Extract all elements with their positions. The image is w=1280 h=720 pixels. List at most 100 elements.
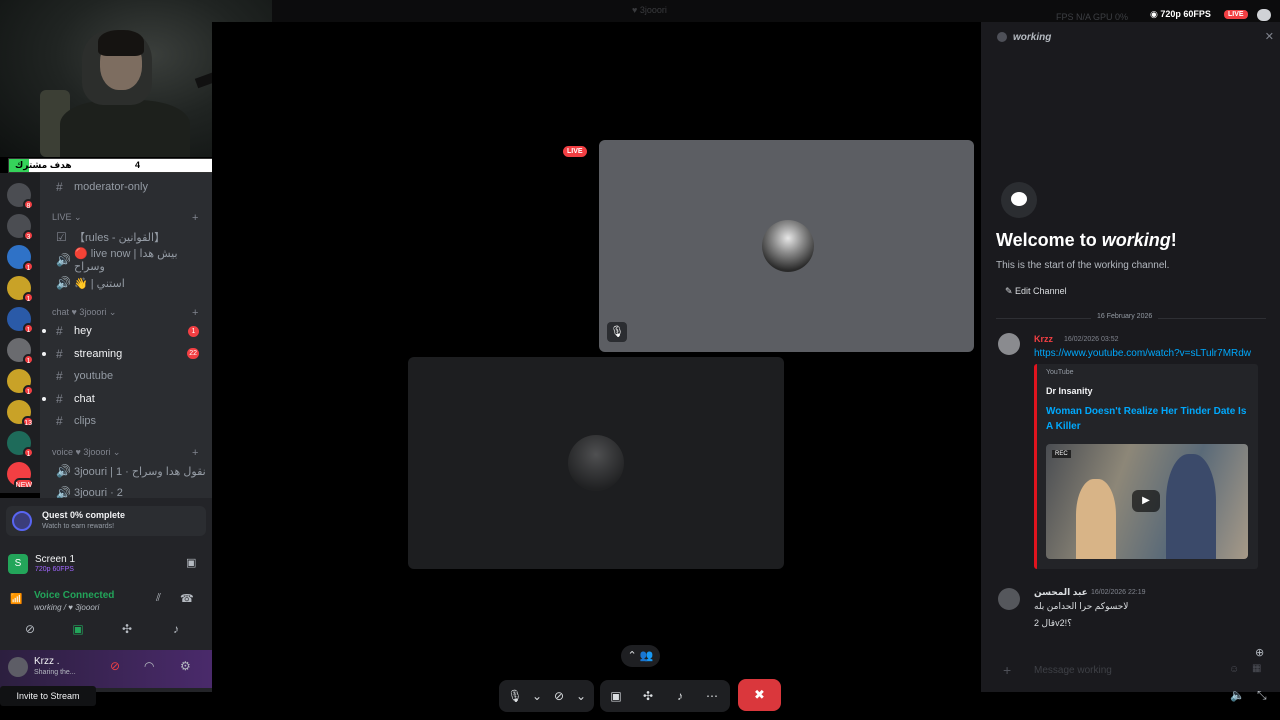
gear-icon[interactable]: ⚙ xyxy=(180,659,191,673)
category-voice[interactable]: voice ♥ 3jooori ⌄ + xyxy=(52,447,198,459)
server-icon[interactable]: NEW xyxy=(7,462,34,489)
close-icon[interactable]: ✕ xyxy=(1265,30,1274,43)
embed-author[interactable]: Dr Insanity xyxy=(1046,386,1093,396)
screen-name: Screen 1 xyxy=(35,554,76,565)
server-icon[interactable]: 13 xyxy=(7,400,34,427)
camera-off-icon[interactable]: ⊘ xyxy=(548,689,570,703)
streamer-hair xyxy=(98,30,144,56)
disconnect-icon[interactable]: ☎ xyxy=(180,592,194,605)
screen-icon: S xyxy=(8,554,28,574)
quest-card[interactable]: Quest 0% complete Watch to earn rewards! xyxy=(6,506,206,536)
add-channel-icon[interactable]: + xyxy=(192,307,198,319)
channel-clips[interactable]: # clips xyxy=(52,411,207,431)
server-icon[interactable]: 1 xyxy=(7,307,34,334)
headphones-icon[interactable]: ◠ xyxy=(144,659,154,673)
participant-tile[interactable] xyxy=(408,357,784,569)
voice-channel[interactable]: working / ♥ 3jooori xyxy=(34,603,99,612)
quest-subtitle: Watch to earn rewards! xyxy=(42,523,115,530)
youtube-embed: YouTube Dr Insanity Woman Doesn't Realiz… xyxy=(1034,364,1258,569)
noise-suppression-icon[interactable]: ⫽ xyxy=(156,592,161,605)
voice-connection: 📶 Voice Connected working / ♥ 3jooori ⫽ … xyxy=(8,590,206,616)
channel-label: clips xyxy=(74,415,97,427)
message-author[interactable]: عبد المحسن xyxy=(1034,587,1088,598)
chat-channel-name: working xyxy=(1013,32,1052,43)
apps-icon[interactable]: ▦ xyxy=(1252,663,1261,674)
leave-call-button[interactable]: ✖ xyxy=(738,679,781,711)
edit-channel-button[interactable]: ✎ Edit Channel xyxy=(1005,286,1067,297)
category-label: chat ♥ 3jooori xyxy=(52,307,107,317)
channel-moderator-only[interactable]: # moderator-only xyxy=(52,177,207,197)
embed-provider: YouTube xyxy=(1046,369,1074,376)
add-attachment-icon[interactable]: + xyxy=(1003,662,1011,678)
video-thumbnail[interactable]: REC ▶ xyxy=(1046,444,1248,559)
camera-off-icon[interactable]: ⊘ xyxy=(20,622,40,636)
channel-label: 🔴 live now | بيش هدا وسراح xyxy=(74,248,178,273)
chevron-down-icon[interactable]: ⌄ xyxy=(570,689,592,703)
chat-bubble-icon[interactable] xyxy=(1257,9,1271,21)
hash-icon: # xyxy=(56,324,63,338)
activities-icon[interactable]: ✣ xyxy=(117,622,137,636)
user-panel: Quest 0% complete Watch to earn rewards!… xyxy=(0,498,212,692)
welcome-subtitle: This is the start of the working channel… xyxy=(996,260,1170,271)
signal-icon[interactable]: 📶 xyxy=(10,594,22,605)
screen-share-icon[interactable]: ▣ xyxy=(605,689,627,703)
voice-channel-0[interactable]: 🔊 3joouri | 1 · نقول هدا وسراح xyxy=(52,461,207,481)
server-icon[interactable]: 8 xyxy=(7,183,34,210)
avatar[interactable] xyxy=(998,333,1020,355)
soundboard-icon[interactable]: ♪ xyxy=(166,622,186,636)
tile-live-badge: LIVE xyxy=(563,146,587,157)
channel-hey[interactable]: # hey 1 xyxy=(42,321,207,341)
screen-share-icon[interactable]: ▣ xyxy=(68,622,88,636)
server-badge: 13 xyxy=(22,416,34,427)
expand-participants-button[interactable]: ⌃ 👥 xyxy=(621,645,660,667)
embed-title[interactable]: Woman Doesn't Realize Her Tinder Date Is… xyxy=(1046,404,1251,434)
channel-label: 3joouri | 1 · نقول هدا وسراح xyxy=(74,465,206,478)
avatar[interactable] xyxy=(8,657,28,677)
server-icon[interactable]: 1 xyxy=(7,276,34,303)
channel-streaming[interactable]: # streaming 22 xyxy=(42,344,207,364)
channel-live-0[interactable]: ☑ 【rules - القوانين】 xyxy=(52,227,207,247)
message-author[interactable]: Krzz xyxy=(1034,334,1053,344)
avatar[interactable] xyxy=(998,588,1020,610)
quality-indicator[interactable]: ◉ 720p 60FPS xyxy=(1150,9,1211,20)
fullscreen-icon[interactable]: ⤡ xyxy=(1257,688,1267,703)
server-icon[interactable]: 1 xyxy=(7,245,34,272)
chevron-down-icon[interactable]: ⌄ xyxy=(526,689,548,703)
live-badge: LIVE xyxy=(1224,10,1248,19)
welcome-prefix: Welcome to xyxy=(996,230,1102,250)
invite-to-stream-button[interactable]: Invite to Stream xyxy=(0,686,96,706)
media-controls: 🎙 ⌄ ⊘ ⌄ xyxy=(499,680,594,712)
channel-live-1[interactable]: 🔊 🔴 live now | بيش هدا وسراح xyxy=(52,248,207,273)
server-icon[interactable]: 3 xyxy=(7,214,34,241)
mute-icon[interactable]: ⊘ xyxy=(110,659,120,673)
message-input[interactable]: + Message working ☺ ▦ xyxy=(996,660,1266,682)
activities-icon[interactable]: ✣ xyxy=(637,689,659,703)
message-link[interactable]: https://www.youtube.com/watch?v=sLTulr7M… xyxy=(1034,348,1251,359)
add-channel-icon[interactable]: + xyxy=(192,447,198,459)
category-chat[interactable]: chat ♥ 3jooori ⌄ + xyxy=(52,307,198,319)
add-channel-icon[interactable]: + xyxy=(192,212,198,224)
chat-panel: working ✕ Welcome to working! This is th… xyxy=(981,22,1280,692)
pencil-icon: ✎ xyxy=(1005,286,1016,296)
zoom-icon[interactable]: ⊕ xyxy=(1255,646,1264,659)
server-icon[interactable]: 1 xyxy=(7,338,34,365)
play-icon[interactable]: ▶ xyxy=(1132,490,1160,512)
channel-label: 👋 | استني xyxy=(74,277,125,290)
welcome-channel: working xyxy=(1101,230,1171,250)
channel-youtube[interactable]: # youtube xyxy=(52,366,207,386)
soundboard-icon[interactable]: ♪ xyxy=(669,689,691,703)
server-icon[interactable]: 1 xyxy=(7,369,34,396)
stop-stream-icon[interactable]: ▣ xyxy=(186,556,202,572)
microphone-icon[interactable]: 🎙 xyxy=(504,689,526,703)
channel-live-2[interactable]: 🔊 👋 | استني xyxy=(52,273,207,293)
volume-icon[interactable]: 🔈 xyxy=(1230,688,1245,702)
emoji-icon[interactable]: ☺ xyxy=(1229,664,1239,675)
stream-tile[interactable]: 🎙 xyxy=(599,140,974,352)
more-icon[interactable]: ⋯ xyxy=(701,689,723,703)
stream-preview[interactable]: S Screen 1 720p 60FPS ▣ xyxy=(8,552,206,578)
server-badge: 1 xyxy=(23,447,34,458)
server-badge: NEW xyxy=(13,478,34,489)
channel-chat[interactable]: # chat xyxy=(42,389,207,409)
category-live[interactable]: LIVE ⌄ + xyxy=(52,212,198,224)
server-icon[interactable]: 1 xyxy=(7,431,34,458)
